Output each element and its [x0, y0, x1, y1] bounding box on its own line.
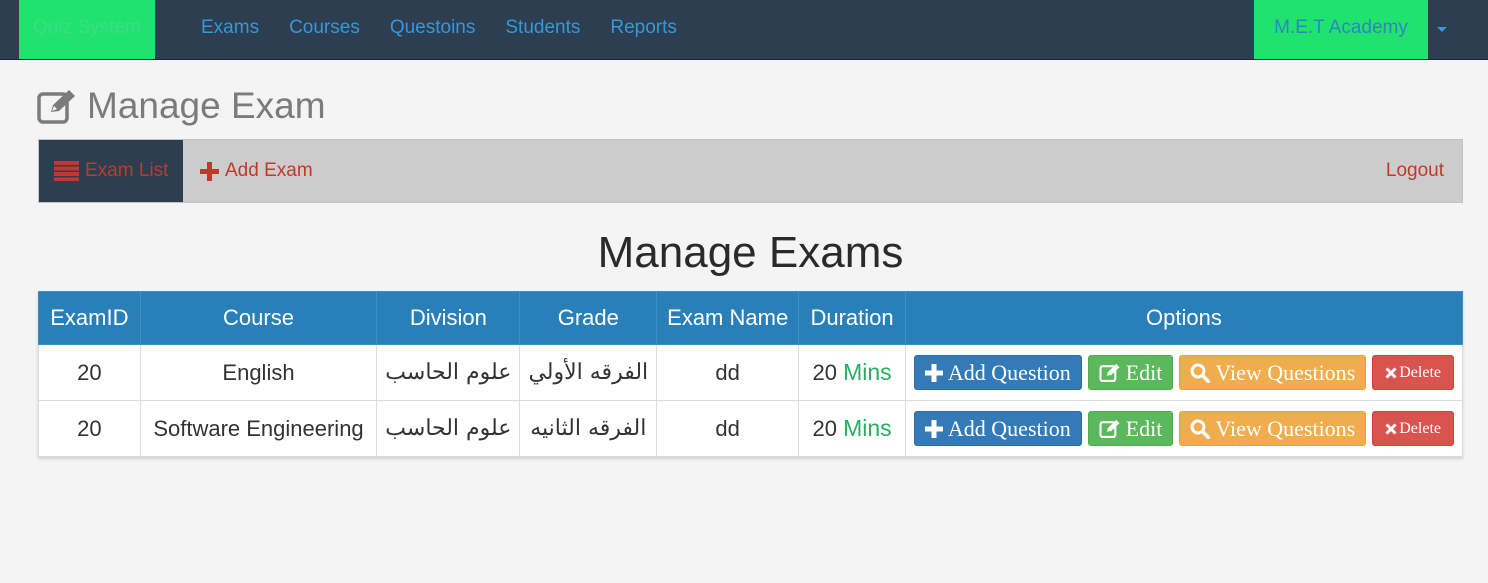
cell-options: Add Question Edit View Questions Delete — [904, 344, 1464, 401]
edit-label: Edit — [1125, 415, 1163, 441]
delete-label: Delete — [1399, 419, 1441, 437]
nav-links: Exams Courses Questoins Students Reports — [186, 0, 692, 59]
cell-course: English — [139, 344, 378, 401]
section-heading: Manage Exams — [597, 228, 904, 277]
add-question-button[interactable]: Add Question — [913, 355, 1082, 390]
exam-subnav: Exam List Add Exam Logout — [38, 139, 1463, 203]
nav-link-exams[interactable]: Exams — [186, 0, 274, 59]
plus-icon — [924, 419, 943, 438]
plus-icon — [924, 363, 943, 382]
tab-exam-list[interactable]: Exam List — [39, 140, 183, 202]
cell-division: علوم الحاسب — [376, 344, 521, 401]
cell-division: علوم الحاسب — [376, 400, 521, 457]
col-header-division: Division — [376, 291, 521, 345]
page-title-text: Manage Exam — [87, 85, 326, 126]
view-questions-label: View Questions — [1215, 359, 1356, 385]
col-header-exam-name: Exam Name — [656, 291, 800, 345]
list-icon — [54, 161, 79, 181]
tab-exam-list-label: Exam List — [85, 160, 169, 181]
view-questions-button[interactable]: View Questions — [1179, 355, 1367, 390]
close-icon — [1385, 422, 1397, 435]
duration-unit: Mins — [843, 415, 892, 441]
delete-label: Delete — [1399, 363, 1441, 381]
add-question-label: Add Question — [947, 415, 1071, 441]
brand-link[interactable]: Quiz System — [19, 0, 155, 59]
nav-link-questions[interactable]: Questoins — [375, 0, 491, 59]
cell-grade: الفرقه الأولي — [519, 344, 658, 401]
cell-duration: 20 Mins — [798, 344, 906, 401]
table-header-row: ExamID Course Division Grade Exam Name D… — [38, 291, 1464, 345]
row-actions: Add Question Edit View Questions Delete — [913, 411, 1454, 446]
tab-add-exam[interactable]: Add Exam — [200, 140, 313, 202]
table-row: 20 English علوم الحاسب الفرقه الأولي dd … — [38, 344, 1464, 401]
col-header-examid: ExamID — [38, 291, 141, 345]
delete-button[interactable]: Delete — [1372, 355, 1454, 390]
cell-exam-name: dd — [656, 400, 800, 457]
cell-examid: 20 — [38, 344, 141, 401]
close-icon — [1385, 366, 1397, 379]
add-question-label: Add Question — [947, 359, 1071, 385]
col-header-course: Course — [139, 291, 378, 345]
duration-value: 20 — [812, 360, 837, 385]
plus-icon — [200, 161, 219, 181]
search-icon — [1190, 363, 1211, 383]
account-menu[interactable]: M.E.T Academy — [1254, 0, 1428, 59]
cell-grade: الفرقه الثانيه — [519, 400, 658, 457]
duration-value: 20 — [812, 416, 837, 441]
col-header-grade: Grade — [519, 291, 658, 345]
cell-exam-name: dd — [656, 344, 800, 401]
edit-label: Edit — [1125, 359, 1163, 385]
page-title: Manage Exam — [37, 84, 326, 128]
view-questions-button[interactable]: View Questions — [1179, 411, 1367, 446]
cell-options: Add Question Edit View Questions Delete — [904, 400, 1464, 457]
search-icon — [1190, 419, 1211, 439]
exams-table: ExamID Course Division Grade Exam Name D… — [38, 291, 1464, 457]
duration-unit: Mins — [843, 359, 892, 385]
dropdown-caret-icon[interactable] — [1437, 27, 1447, 32]
logout-link[interactable]: Logout — [1386, 140, 1444, 202]
table-row: 20 Software Engineering علوم الحاسب الفر… — [38, 400, 1464, 457]
row-actions: Add Question Edit View Questions Delete — [913, 355, 1454, 390]
cell-course: Software Engineering — [139, 400, 378, 457]
edit-button[interactable]: Edit — [1087, 411, 1174, 446]
delete-button[interactable]: Delete — [1372, 411, 1454, 446]
top-navbar: Quiz System Exams Courses Questoins Stud… — [0, 0, 1488, 60]
edit-button[interactable]: Edit — [1087, 355, 1174, 390]
col-header-duration: Duration — [798, 291, 906, 345]
nav-link-students[interactable]: Students — [490, 0, 595, 59]
nav-link-courses[interactable]: Courses — [274, 0, 375, 59]
col-header-options: Options — [904, 291, 1464, 345]
view-questions-label: View Questions — [1215, 415, 1356, 441]
add-question-button[interactable]: Add Question — [913, 411, 1082, 446]
tab-add-exam-label: Add Exam — [225, 160, 313, 181]
cell-duration: 20 Mins — [798, 400, 906, 457]
edit-icon — [1099, 364, 1120, 382]
edit-icon — [1099, 420, 1120, 438]
nav-link-reports[interactable]: Reports — [595, 0, 692, 59]
cell-examid: 20 — [38, 400, 141, 457]
edit-icon — [37, 90, 75, 124]
